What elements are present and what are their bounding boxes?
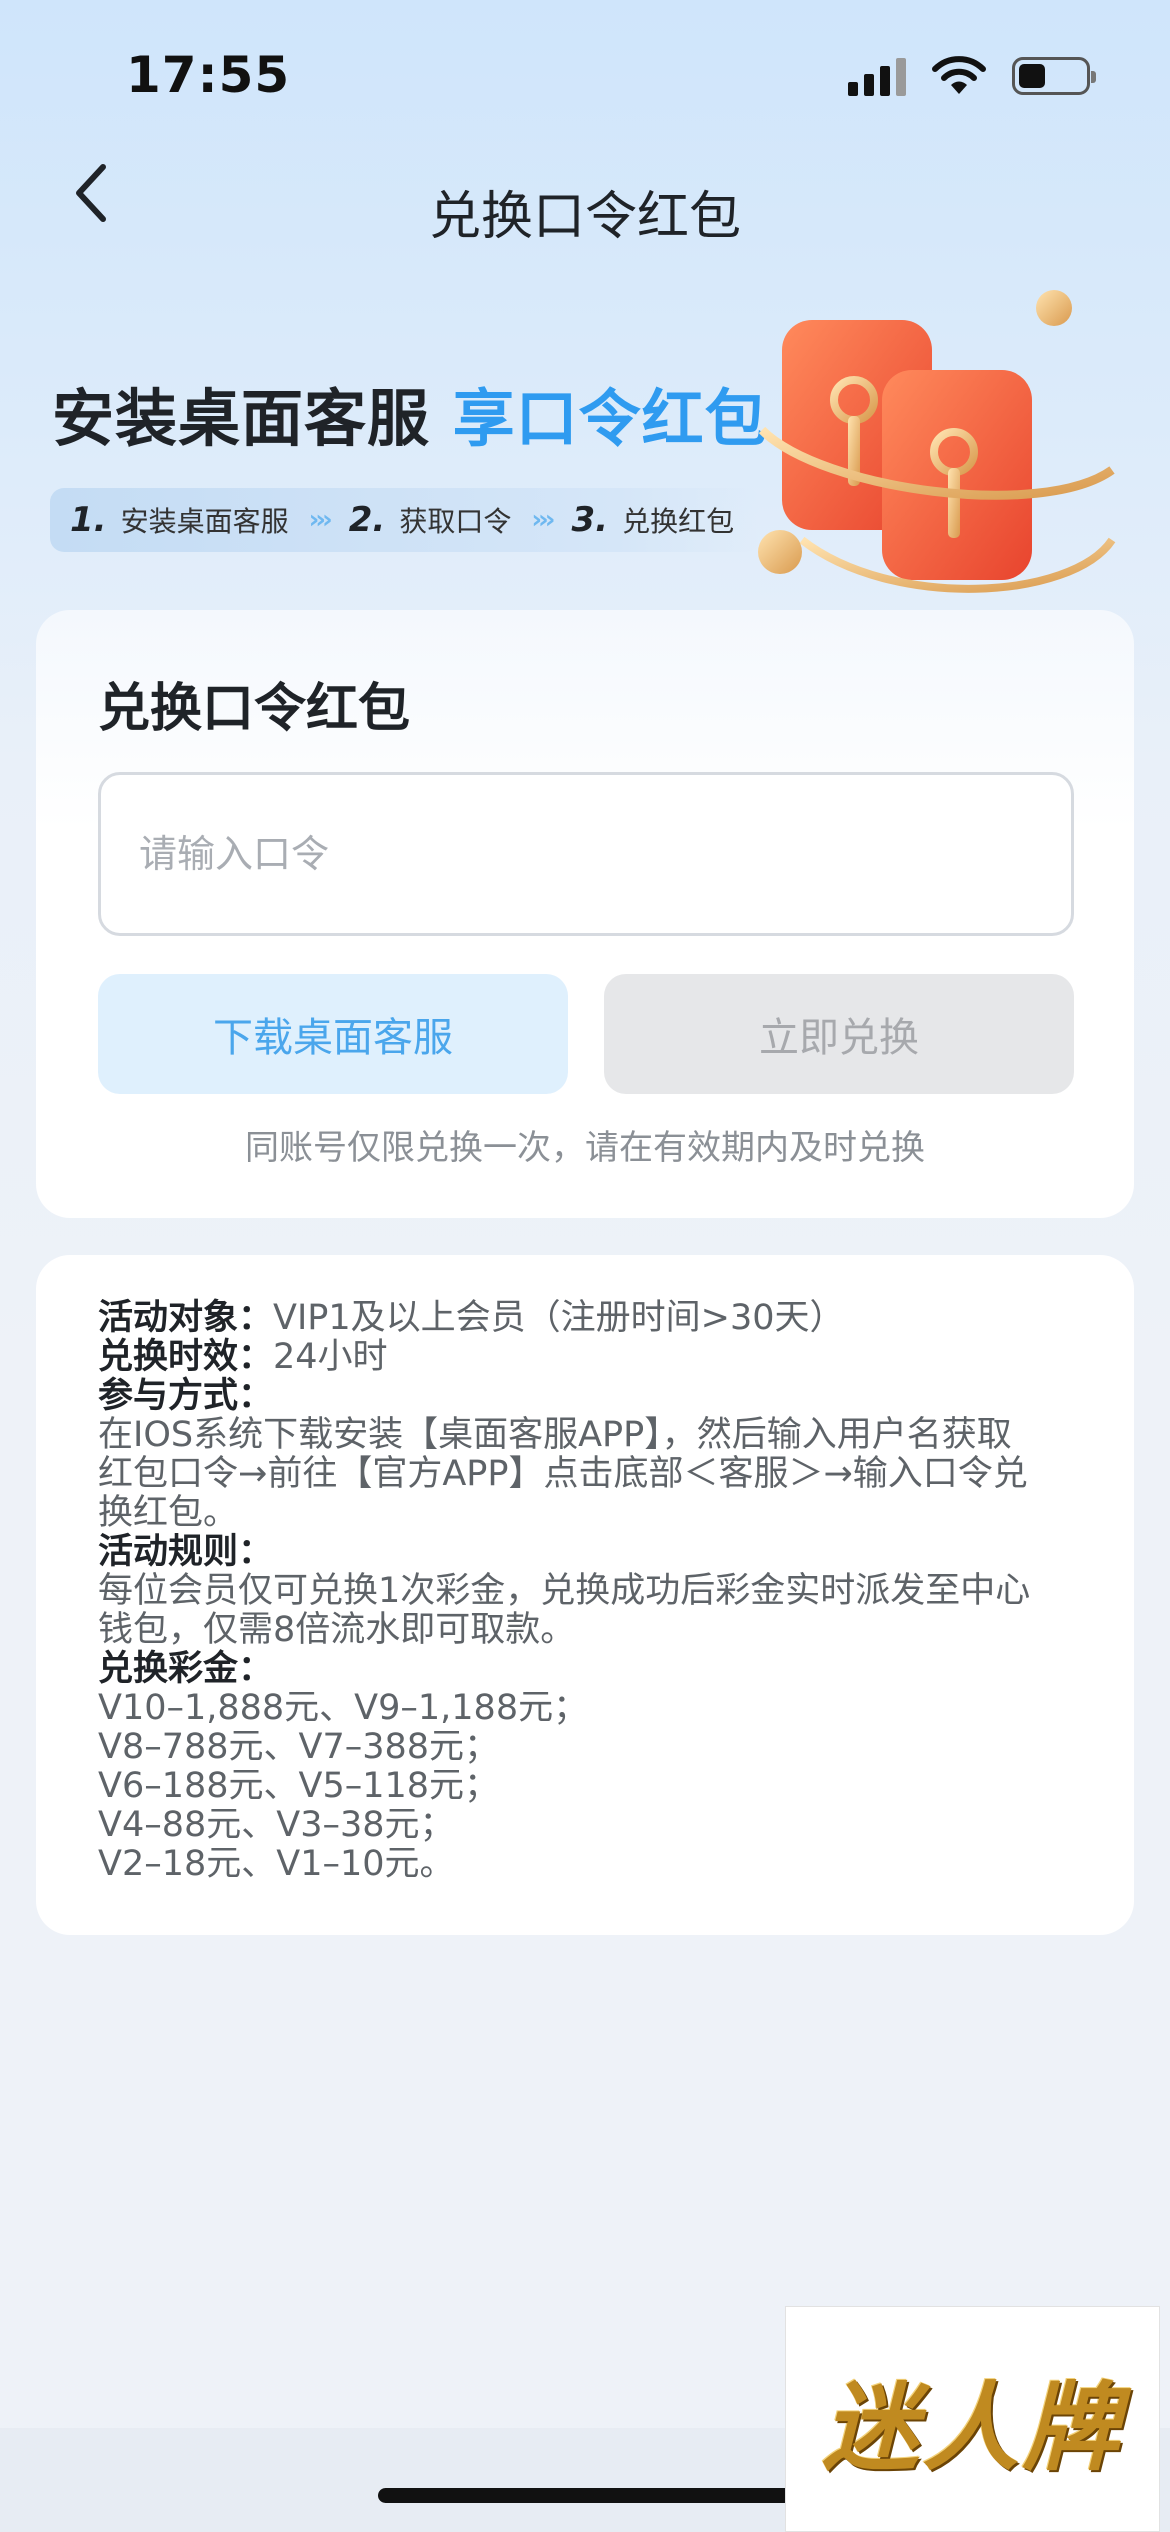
rule-method-line: 换红包。 — [98, 1493, 239, 1533]
red-envelope-illustration — [758, 290, 1116, 593]
rule-target: 活动对象：VIP1及以上会员（注册时间>30天） — [98, 1299, 1088, 1338]
code-input[interactable] — [98, 772, 1074, 936]
step-3-label: 兑换红包 — [622, 505, 735, 538]
battery-icon — [1012, 57, 1096, 95]
status-icons — [848, 56, 1096, 96]
rule-target-value: VIP1及以上会员（注册时间>30天） — [273, 1298, 845, 1338]
nav-bar: 兑换口令红包 — [0, 130, 1170, 290]
step-guide: 1. 安装桌面客服 ››› 2. 获取口令 ››› 3. 兑换红包 — [50, 488, 761, 552]
rule-target-label: 活动对象： — [98, 1298, 274, 1338]
page-title: 兑换口令红包 — [428, 187, 741, 247]
rule-validity: 兑换时效：24小时 — [98, 1338, 1088, 1377]
banner-headline-highlight: 享口令红包 — [452, 382, 768, 455]
rules-card: 活动对象：VIP1及以上会员（注册时间>30天） 兑换时效：24小时 参与方式：… — [36, 1255, 1134, 1935]
banner-headline-main: 安装桌面客服 — [52, 382, 431, 455]
rule-validity-value: 24小时 — [273, 1337, 388, 1377]
step-1-label: 安装桌面客服 — [120, 505, 289, 538]
wifi-icon — [932, 56, 986, 94]
step-1-number: 1. — [70, 500, 107, 540]
rule-bonus-line: V8–788元、V7–388元； — [98, 1727, 500, 1767]
rule-method-line: 红包口令→前往【官方APP】点击底部＜客服＞→输入口令兑 — [98, 1454, 1028, 1494]
step-arrow-icon: ››› — [308, 505, 333, 535]
rules-text: 活动对象：VIP1及以上会员（注册时间>30天） 兑换时效：24小时 参与方式：… — [98, 1299, 1088, 1884]
rule-rules-line: 钱包，仅需8倍流水即可取款。 — [98, 1610, 576, 1650]
rule-rules-label: 活动规则： — [98, 1532, 274, 1572]
redeem-card: 兑换口令红包 下载桌面客服 立即兑换 同账号仅限兑换一次，请在有效期内及时兑换 — [36, 610, 1134, 1218]
rule-bonus-line: V2–18元、V1–10元。 — [98, 1844, 455, 1884]
step-3-number: 3. — [571, 500, 609, 540]
step-2-label: 获取口令 — [399, 505, 512, 538]
rule-bonus-line: V4–88元、V3–38元； — [98, 1805, 455, 1845]
redeem-card-title: 兑换口令红包 — [98, 679, 411, 739]
watermark-logo: 迷人牌 — [785, 2306, 1160, 2532]
status-bar: 17:55 — [0, 0, 1170, 150]
promo-banner: 安装桌面客服 享口令红包 1. 安装桌面客服 ››› 2. 获取口令 ››› 3… — [0, 280, 1170, 610]
rule-bonus-line: V10–1,888元、V9–1,188元； — [98, 1688, 589, 1728]
download-desktop-service-button[interactable]: 下载桌面客服 — [98, 974, 568, 1094]
watermark-text: 迷人牌 — [822, 2370, 1123, 2484]
rule-method-label: 参与方式： — [98, 1376, 274, 1416]
cellular-signal-icon — [848, 56, 906, 96]
step-2-number: 2. — [348, 500, 386, 540]
rule-bonus-label: 兑换彩金： — [98, 1649, 274, 1689]
rule-bonus-line: V6–188元、V5–118元； — [98, 1766, 500, 1806]
redeem-now-button[interactable]: 立即兑换 — [604, 974, 1074, 1094]
step-arrow-icon: ››› — [531, 505, 555, 535]
status-time: 17:55 — [126, 46, 291, 104]
rule-validity-label: 兑换时效： — [98, 1337, 274, 1377]
rule-method-line: 在IOS系统下载安装【桌面客服APP】，然后输入用户名获取 — [98, 1415, 1012, 1455]
rule-rules-line: 每位会员仅可兑换1次彩金，兑换成功后彩金实时派发至中心 — [98, 1571, 1031, 1611]
home-indicator — [378, 2488, 792, 2503]
redeem-notice: 同账号仅限兑换一次，请在有效期内及时兑换 — [245, 1128, 925, 1168]
banner-headline: 安装桌面客服 享口令红包 — [52, 368, 768, 458]
